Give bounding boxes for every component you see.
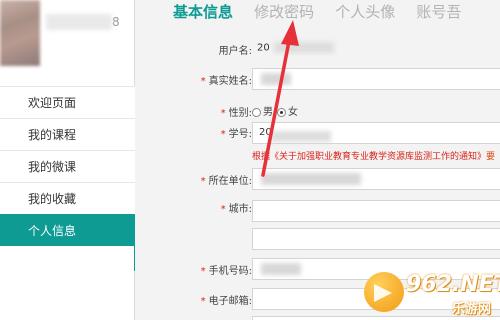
sidebar-menu: 欢迎页面 我的课程 我的微课 我的收藏 个人信息 (0, 86, 135, 246)
gender-female-radio[interactable]: 女 (277, 103, 298, 118)
tab-change-password[interactable]: 修改密码 (246, 0, 322, 24)
sidebar-item-personal-info[interactable]: 个人信息 (0, 214, 135, 246)
student-id-value-text: 20 (259, 127, 272, 138)
sidebar-item-my-microlessons[interactable]: 我的微课 (0, 150, 135, 182)
gender-female-label: 女 (288, 107, 298, 118)
phone-label-text: 手机号码: (208, 266, 252, 277)
sidebar-item-my-courses[interactable]: 我的课程 (0, 118, 135, 150)
city-label-text: 城市: (228, 204, 252, 215)
watermark-logo: 962.NET 乐游网 (364, 270, 500, 318)
watermark-text: 962.NET (406, 272, 500, 297)
student-id-value: 20 (259, 127, 331, 142)
realname-label: * 真实姓名: (201, 72, 252, 87)
radio-selected-icon (277, 107, 286, 117)
required-mark: * (200, 76, 206, 87)
sidebar: 8 欢迎页面 我的课程 我的微课 我的收藏 个人信息 (0, 0, 135, 320)
city-select[interactable] (252, 200, 500, 222)
radio-icon (252, 107, 261, 117)
city-label: * 城市: (221, 200, 252, 215)
user-name-tail: 8 (112, 15, 120, 29)
notice-tail: 要 (486, 152, 496, 162)
sidebar-item-welcome[interactable]: 欢迎页面 (0, 86, 135, 118)
tab-basic-info[interactable]: 基本信息 (165, 0, 241, 24)
user-name: 8 (46, 14, 130, 36)
realname-label-text: 真实姓名: (208, 76, 252, 87)
username-label: 用户名: (218, 46, 252, 57)
notice-main: 根据《关于加强职业教育专业教学资源库监测工作的通知》 (252, 152, 487, 162)
required-mark: * (220, 108, 226, 119)
student-id-redacted (271, 131, 331, 142)
city-detail-input[interactable] (252, 228, 500, 250)
realname-redacted (261, 73, 291, 85)
gender-male-label: 男 (263, 107, 273, 118)
username-value: 20 (257, 42, 334, 54)
watermark-subtext: 乐游网 (452, 302, 492, 317)
email-label: * 电子邮箱: (201, 292, 252, 307)
required-mark: * (200, 296, 206, 307)
phone-redacted (261, 263, 301, 275)
phone-label: * 手机号码: (201, 262, 252, 277)
unit-label: * 所在单位: (201, 172, 252, 187)
required-mark: * (220, 204, 226, 215)
tab-avatar[interactable]: 个人头像 (327, 0, 403, 24)
user-name-redacted (46, 14, 112, 30)
gender-male-radio[interactable]: 男 (252, 103, 273, 118)
required-mark: * (200, 176, 206, 187)
user-profile: 8 (0, 0, 135, 86)
unit-input[interactable] (252, 168, 500, 190)
unit-redacted (261, 173, 361, 185)
tab-account[interactable]: 账号吾 (408, 0, 469, 24)
username-value-text: 20 (257, 42, 270, 54)
required-mark: * (200, 266, 206, 277)
username-redacted (273, 42, 334, 53)
watermark-badge-icon (364, 272, 404, 312)
tab-bar: 基本信息 修改密码 个人头像 账号吾 (165, 0, 469, 26)
student-id-label: * 学号: (221, 125, 252, 140)
student-id-label-text: 学号: (228, 129, 252, 140)
gender-label: * 性别: (221, 104, 252, 119)
notice-text: 根据《关于加强职业教育专业教学资源库监测工作的通知》要 (252, 149, 495, 162)
required-mark: * (220, 129, 226, 140)
student-id-input[interactable]: 20 (252, 122, 500, 144)
realname-input[interactable] (252, 68, 500, 90)
sidebar-item-my-favorites[interactable]: 我的收藏 (0, 182, 135, 214)
gender-label-text: 性别: (228, 108, 252, 119)
unit-label-text: 所在单位: (208, 176, 252, 187)
avatar[interactable] (0, 0, 40, 66)
email-label-text: 电子邮箱: (208, 296, 252, 307)
